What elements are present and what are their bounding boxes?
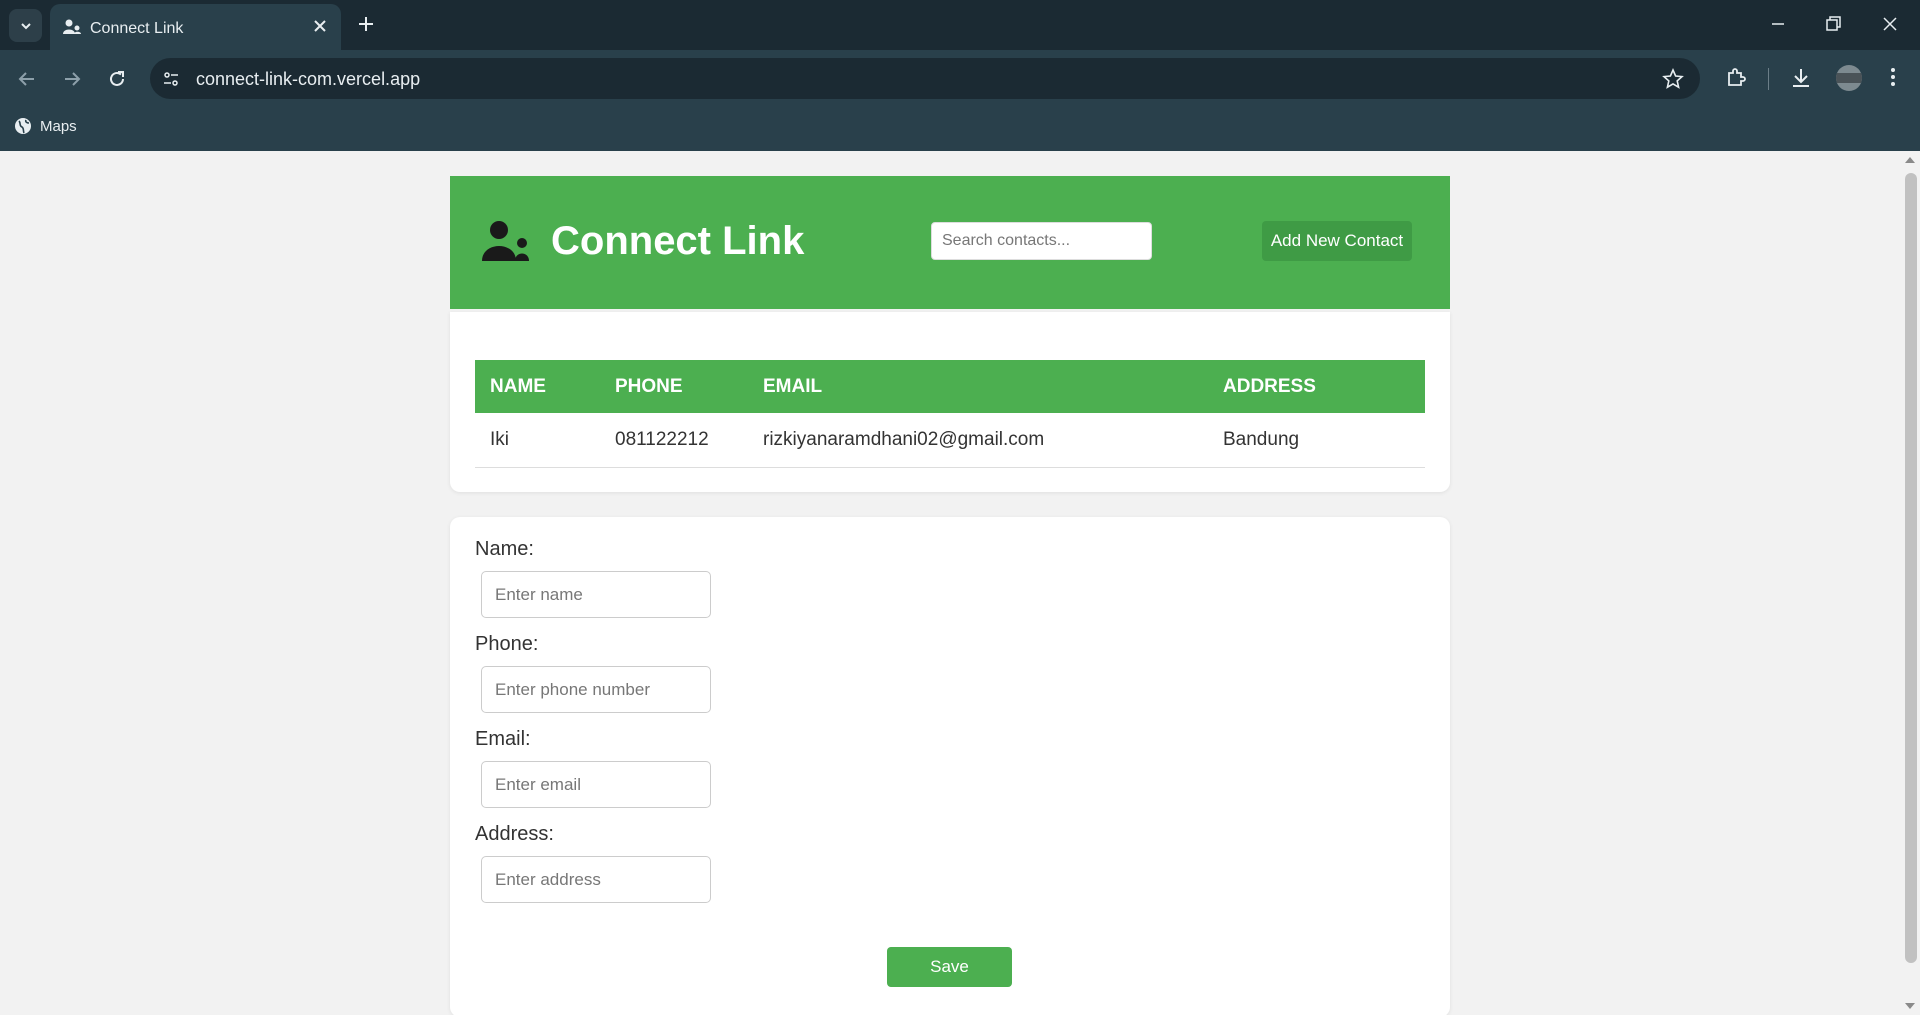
site-info-icon[interactable] [162,70,180,88]
app-header: Connect Link Add New Contact [450,176,1450,309]
save-button[interactable]: Save [887,947,1012,987]
close-window-icon[interactable] [1880,14,1900,34]
extensions-icon[interactable] [1724,66,1748,90]
minimize-icon[interactable] [1768,14,1788,34]
column-header-email: EMAIL [748,360,1208,413]
reload-icon[interactable] [106,68,128,90]
add-new-contact-button[interactable]: Add New Contact [1262,221,1412,261]
name-label: Name: [475,538,534,560]
phone-field[interactable] [481,666,711,713]
chevron-down-icon [20,22,31,29]
cell-name: Iki [475,413,600,468]
profile-avatar[interactable] [1836,65,1862,91]
browser-tab[interactable]: Connect Link [50,4,341,50]
scroll-up-arrow-icon[interactable] [1905,157,1915,163]
column-header-phone: PHONE [600,360,748,413]
scroll-thumb[interactable] [1905,173,1917,963]
cell-address: Bandung [1208,413,1425,468]
bookmark-label: Maps [40,117,77,135]
menu-dots-icon[interactable] [1882,66,1904,88]
column-header-name: NAME [475,360,600,413]
bookmark-maps[interactable]: Maps [14,117,77,135]
scroll-down-arrow-icon[interactable] [1905,1003,1915,1009]
back-icon[interactable] [16,68,38,90]
cell-email: rizkiyanaramdhani02@gmail.com [748,413,1208,468]
table-header-row: NAME PHONE EMAIL ADDRESS [475,360,1425,413]
tab-title: Connect Link [90,20,184,37]
app-title: Connect Link [551,219,805,263]
address-label: Address: [475,823,554,845]
bookmark-star-icon[interactable] [1662,68,1684,90]
page-scrollbar[interactable] [1900,151,1920,1015]
cell-phone: 081122212 [600,413,748,468]
search-input[interactable] [931,222,1152,260]
browser-toolbar: connect-link-com.vercel.app [0,50,1920,108]
page-viewport: Connect Link Add New Contact NAME PHONE … [0,151,1900,1015]
column-header-address: ADDRESS [1208,360,1425,413]
address-field[interactable] [481,856,711,903]
table-row[interactable]: Iki 081122212 rizkiyanaramdhani02@gmail.… [475,413,1425,468]
contacts-favicon-icon [63,19,81,34]
contacts-logo-icon [482,221,529,261]
contact-form: Name: Phone: Email: Address: Save [450,517,1450,1015]
url-text: connect-link-com.vercel.app [196,69,421,89]
email-label: Email: [475,728,531,750]
email-field[interactable] [481,761,711,808]
address-bar[interactable]: connect-link-com.vercel.app [150,58,1700,99]
toolbar-divider [1768,68,1769,90]
bookmarks-bar: Maps [0,108,1920,151]
globe-icon [15,118,31,134]
contacts-table-card: NAME PHONE EMAIL ADDRESS Iki 081122212 r… [450,312,1450,492]
browser-tab-bar: Connect Link [0,0,1920,50]
name-field[interactable] [481,571,711,618]
download-icon[interactable] [1789,66,1813,90]
contacts-table: NAME PHONE EMAIL ADDRESS Iki 081122212 r… [475,360,1425,468]
phone-label: Phone: [475,633,539,655]
restore-icon[interactable] [1823,14,1843,34]
close-tab-icon[interactable] [311,17,329,35]
tab-search-button[interactable] [9,9,42,42]
new-tab-icon[interactable] [354,12,378,36]
forward-icon[interactable] [61,68,83,90]
